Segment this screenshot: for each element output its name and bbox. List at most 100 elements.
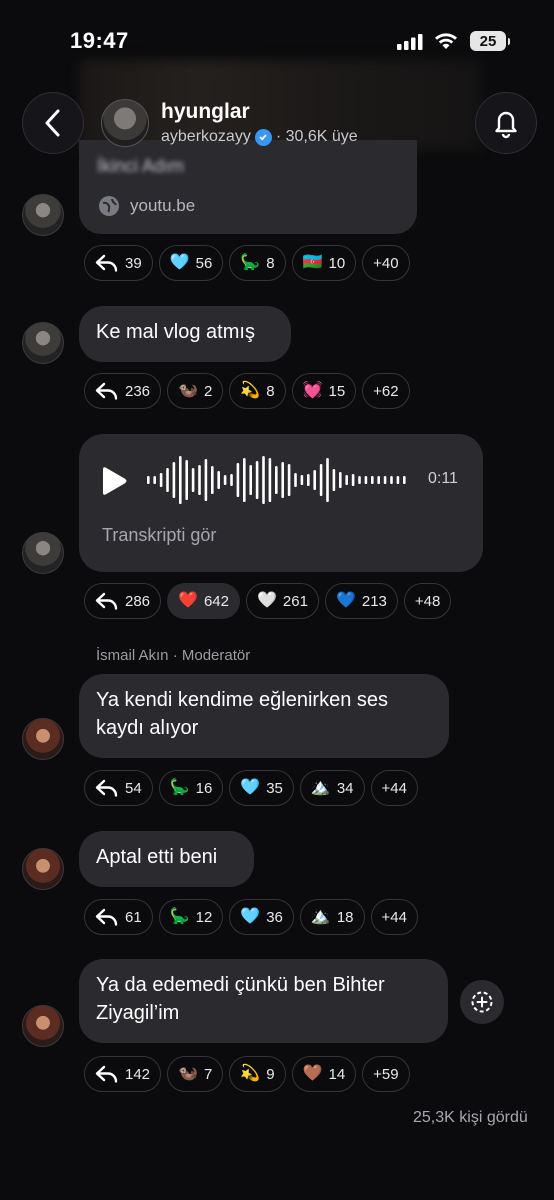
sender-avatar[interactable] [22, 718, 64, 760]
more-reactions-button[interactable]: +44 [370, 899, 418, 935]
waveform-bar [319, 464, 323, 496]
status-time: 19:47 [70, 28, 129, 53]
reaction-pill[interactable]: 🏔️ 18 [299, 899, 365, 935]
sender-avatar[interactable] [22, 532, 64, 574]
reaction-count: 8 [266, 254, 275, 272]
voice-waveform[interactable] [145, 452, 409, 508]
reaction-emoji: 💙 [335, 592, 356, 609]
waveform-bar [159, 473, 163, 487]
waveform-bar [281, 462, 284, 498]
reaction-pill[interactable]: 🇦🇿 10 [291, 245, 357, 281]
message-text: Aptal etti beni [96, 846, 218, 868]
notifications-button[interactable] [475, 92, 537, 154]
reaction-emoji: 🦦 [178, 382, 198, 399]
more-reactions-button[interactable]: +62 [362, 373, 410, 409]
reply-arrow-icon [95, 1065, 118, 1083]
message-bubble[interactable]: Aptal etti beni [79, 831, 254, 887]
sender-avatar[interactable] [22, 1005, 64, 1047]
reaction-pill[interactable]: 🦦 7 [167, 1056, 224, 1092]
reply-count-button[interactable]: 61 [84, 899, 153, 935]
reaction-count: 7 [203, 1065, 213, 1083]
reply-arrow-icon [95, 382, 118, 400]
reaction-pill[interactable]: 🦕 16 [158, 770, 224, 806]
reaction-emoji: 🩵 [240, 908, 261, 925]
waveform-bar [230, 474, 233, 486]
reaction-pill[interactable]: 🦕 12 [158, 899, 224, 935]
reaction-count: 9 [266, 1065, 275, 1083]
reaction-emoji: ❤️ [178, 592, 198, 609]
waveform-bar [364, 476, 368, 484]
reply-count: 286 [125, 592, 151, 610]
reaction-emoji: 🦕 [169, 779, 190, 796]
reaction-pill[interactable]: 🩵 56 [158, 245, 224, 281]
reaction-emoji: 🤍 [256, 592, 277, 609]
message-bubble[interactable]: Ya da edemedi çünkü ben Bihter Ziyagil’i… [79, 959, 448, 1043]
waveform-bar [268, 458, 272, 502]
message-text: Ya da edemedi çünkü ben Bihter Ziyagil’i… [96, 974, 385, 1024]
more-reactions-button[interactable]: +40 [362, 245, 410, 281]
reply-count-button[interactable]: 286 [84, 583, 162, 619]
waveform-bar [179, 456, 182, 504]
reaction-count: 18 [336, 908, 354, 926]
reaction-pill[interactable]: 💓 15 [291, 373, 357, 409]
reply-arrow-icon [95, 908, 118, 926]
reaction-pill[interactable]: ❤️ 642 [167, 583, 240, 619]
more-reactions-button[interactable]: +48 [403, 583, 452, 619]
reaction-pill[interactable]: 🦕 8 [229, 245, 286, 281]
reaction-pill[interactable]: 🤍 261 [245, 583, 319, 619]
channel-avatar[interactable] [101, 99, 149, 147]
back-button[interactable] [22, 92, 84, 154]
back-chevron-icon [45, 109, 60, 137]
reaction-pill[interactable]: 💙 213 [324, 583, 398, 619]
waveform-bar [249, 465, 252, 495]
sender-avatar[interactable] [22, 848, 64, 890]
reaction-pill[interactable]: 🤎 14 [291, 1056, 357, 1092]
reaction-pill[interactable]: 🏔️ 34 [299, 770, 365, 806]
message-bubble[interactable]: Ke mal vlog atmış [79, 306, 291, 362]
sender-avatar[interactable] [22, 194, 64, 236]
link-preview-domain-row: youtu.be [98, 195, 195, 217]
more-reactions-count: +44 [381, 779, 407, 797]
more-reactions-button[interactable]: +44 [370, 770, 418, 806]
reaction-pill[interactable]: 💫 9 [229, 1056, 286, 1092]
more-reactions-count: +40 [373, 254, 399, 272]
waveform-bar [217, 471, 220, 489]
play-icon[interactable] [100, 466, 128, 496]
reply-count-button[interactable]: 54 [84, 770, 153, 806]
waveform-bar [300, 475, 304, 485]
waveform-bar [287, 464, 291, 496]
reply-count: 39 [125, 254, 142, 272]
channel-name[interactable]: hyunglar [161, 100, 250, 124]
reaction-pill[interactable]: 💫 8 [229, 373, 286, 409]
reply-count-button[interactable]: 236 [84, 373, 162, 409]
waveform-bar [223, 475, 227, 485]
sender-label: İsmail Akın · Moderatör [96, 647, 251, 664]
message-text: Ke mal vlog atmış [96, 321, 255, 343]
reaction-emoji: 💫 [240, 1065, 261, 1082]
reaction-emoji: 🩵 [169, 254, 190, 271]
reply-count: 142 [125, 1065, 151, 1083]
reaction-pill[interactable]: 🦦 2 [167, 373, 224, 409]
view-transcript-link[interactable]: Transkripti gör [102, 525, 216, 546]
more-reactions-button[interactable]: +59 [362, 1056, 410, 1092]
waveform-bar [358, 476, 361, 484]
channel-owner[interactable]: ayberkozayy [161, 128, 251, 146]
waveform-bar [403, 476, 406, 484]
message-bubble[interactable]: Ya kendi kendime eğlenirken ses kaydı al… [79, 674, 449, 758]
message-text: Ya kendi kendime eğlenirken ses kaydı al… [96, 689, 389, 739]
reaction-count: 14 [328, 1065, 346, 1083]
reaction-emoji: 🩵 [240, 779, 261, 796]
waveform-bar [198, 465, 201, 495]
sender-avatar[interactable] [22, 322, 64, 364]
reaction-count: 8 [266, 382, 275, 400]
reaction-pill[interactable]: 🩵 35 [229, 770, 294, 806]
add-reaction-button[interactable] [460, 980, 504, 1024]
reply-count-button[interactable]: 142 [84, 1056, 162, 1092]
waveform-bar [390, 476, 393, 484]
reaction-emoji: 🏔️ [310, 908, 331, 925]
reply-count-button[interactable]: 39 [84, 245, 153, 281]
link-preview-card[interactable] [79, 140, 417, 234]
waveform-bar [243, 458, 246, 502]
reaction-emoji: 💫 [240, 382, 261, 399]
reaction-pill[interactable]: 🩵 36 [229, 899, 294, 935]
